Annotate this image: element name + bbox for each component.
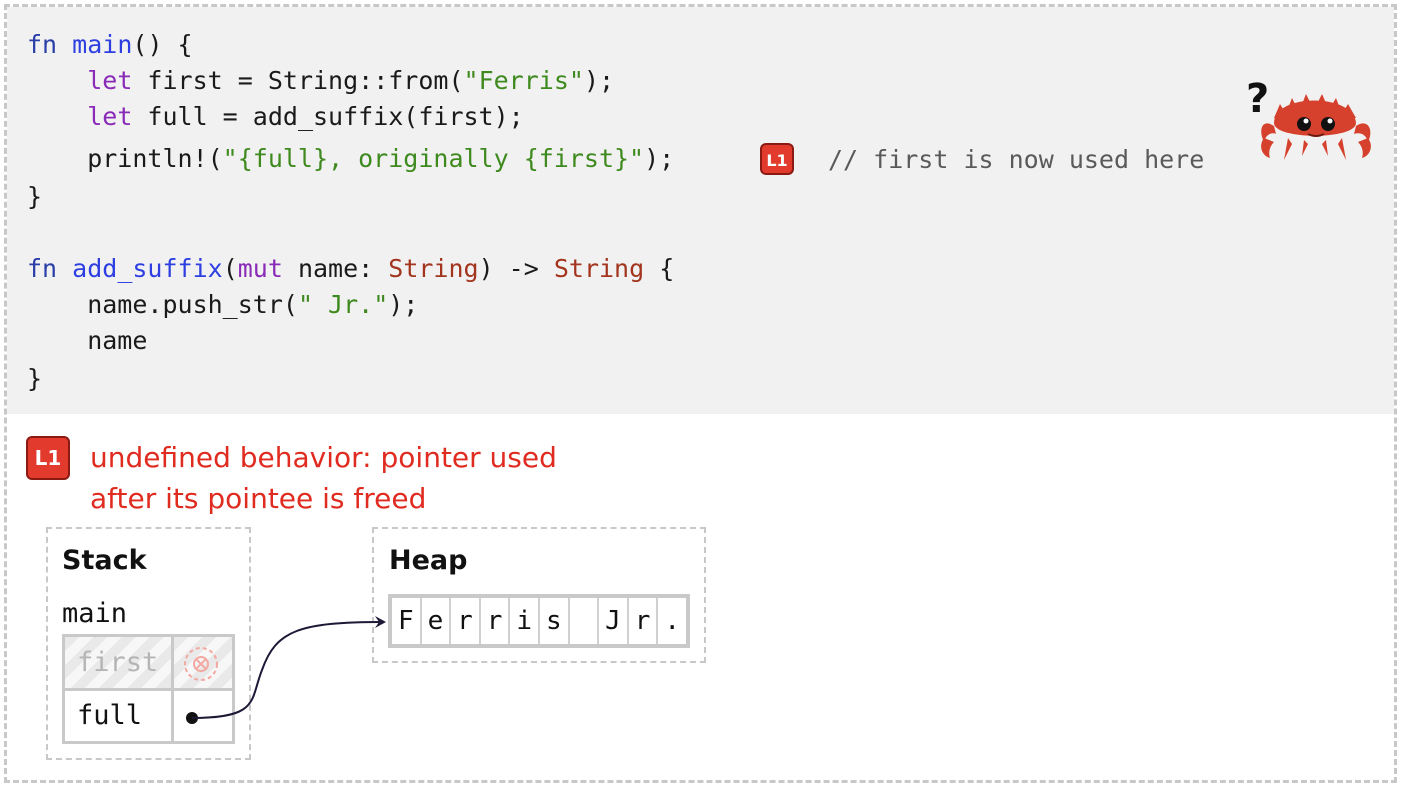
heap-char-cell [570, 598, 600, 644]
error-line-1: undefined behavior: pointer used [90, 441, 557, 474]
code-token: name: [282, 254, 389, 283]
code-token: main [72, 30, 133, 59]
heap-char-cell: . [664, 606, 680, 636]
code-line: fn add_suffix(mut name: String) -> Strin… [27, 253, 674, 285]
code-token: name.push_str( [27, 290, 298, 319]
heap-title: Heap [389, 545, 468, 576]
code-token: ) -> [478, 254, 554, 283]
code-token: } [27, 182, 43, 211]
code-line: let full = add_suffix(first); [27, 101, 524, 133]
stack-frame-name: main [62, 598, 128, 629]
code-token: let [87, 102, 133, 131]
code-line: let first = String::from("Ferris"); [27, 65, 614, 97]
heap-char-cell: i [510, 598, 540, 644]
code-token: ( [222, 254, 238, 283]
error-line-2: after its pointee is freed [90, 482, 427, 515]
code-line: name [27, 325, 147, 357]
code-token: first = String::from( [132, 66, 464, 95]
code-token: mut [237, 254, 283, 283]
code-line: println!("{full}, originally {first}"); [27, 143, 674, 175]
code-token: String [553, 254, 645, 283]
var-first-value [174, 637, 232, 691]
code-token: let [87, 66, 133, 95]
code-token: String [388, 254, 479, 283]
ferris-confused-icon: ? [1246, 76, 1371, 160]
code-token: } [27, 364, 43, 393]
code-token: add_suffix [72, 254, 223, 283]
code-token: full = add_suffix(first); [132, 102, 524, 131]
code-token: () { [132, 30, 193, 59]
code-token: ); [644, 144, 675, 173]
heap-char-cell: J [599, 598, 629, 644]
heap-char-cell: r [451, 598, 481, 644]
code-token: ); [388, 290, 419, 319]
code-token: fn [27, 254, 58, 283]
code-token: fn [27, 30, 58, 59]
stack-frame-table: first full [62, 634, 235, 744]
var-full-name: full [65, 691, 174, 741]
code-token: "{full}, originally {first}" [222, 144, 645, 173]
var-first-name: first [65, 637, 174, 691]
heap-char-cell: r [629, 598, 659, 644]
heap-string-array: Ferris Jr. [388, 594, 690, 648]
question-mark: ? [1246, 76, 1269, 122]
code-line: name.push_str(" Jr."); [27, 289, 418, 321]
heap-char-cell: r [481, 598, 511, 644]
heap-char-cell: s [540, 598, 570, 644]
var-full-value [174, 691, 232, 741]
code-line: } [27, 363, 42, 395]
moved-value-icon [184, 647, 218, 681]
code-token: "Ferris" [463, 66, 584, 95]
code-line: fn main() { [27, 29, 193, 61]
heap-char-cell: e [422, 598, 452, 644]
code-token: name [27, 326, 148, 355]
stack-title: Stack [62, 545, 147, 576]
code-token: println!( [27, 144, 223, 173]
location-badge-error: L1 [26, 436, 70, 480]
code-comment: // first is now used here [828, 145, 1205, 174]
code-line: } [27, 181, 42, 213]
location-badge-inline: L1 [760, 143, 794, 175]
code-token: { [644, 254, 675, 283]
code-token: " Jr." [297, 290, 389, 319]
heap-char-cell: F [392, 598, 422, 644]
error-message: undefined behavior: pointer used after i… [90, 437, 650, 519]
code-token: ); [583, 66, 615, 95]
